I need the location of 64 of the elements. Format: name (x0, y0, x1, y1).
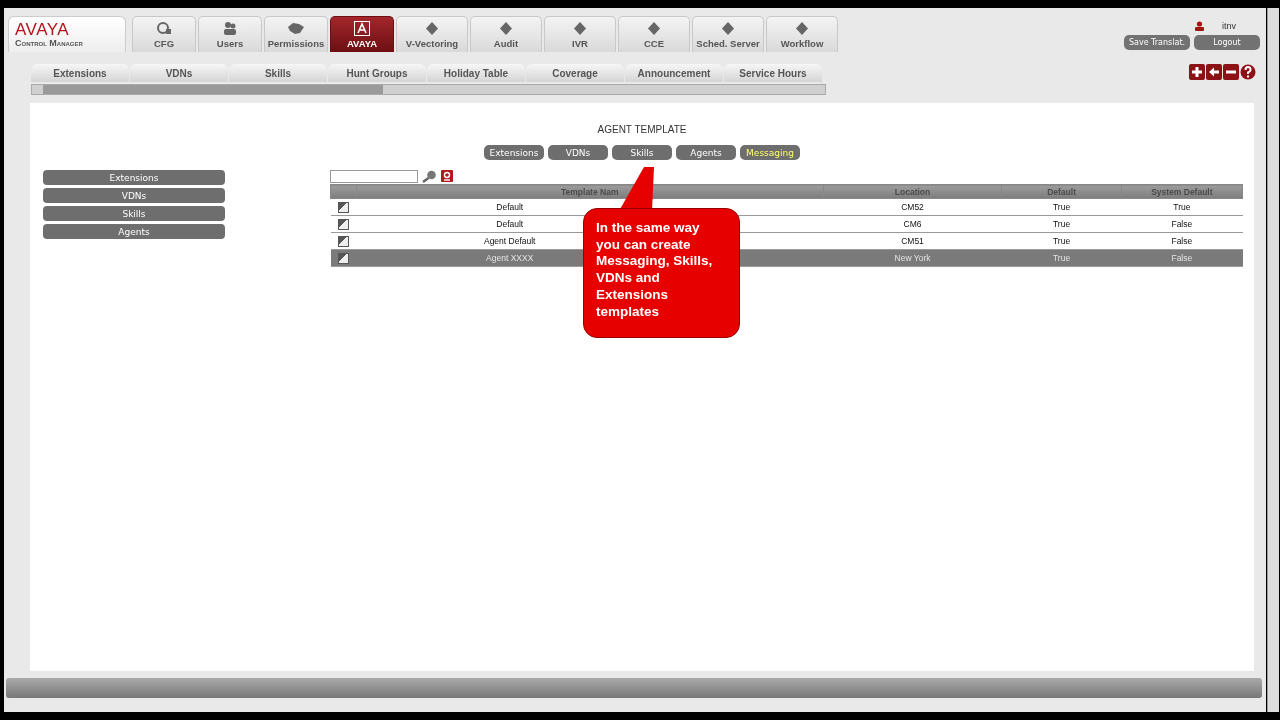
product-name: Control Manager (15, 38, 84, 49)
row-checkbox[interactable] (337, 235, 349, 247)
sub-tab[interactable]: VDNs (130, 64, 228, 82)
row-checkbox[interactable] (337, 218, 349, 230)
template-type-button[interactable]: Messaging (740, 145, 800, 160)
table-cell: True (1001, 198, 1122, 216)
sub-tab[interactable]: Service Hours (724, 64, 822, 82)
people-icon (222, 21, 238, 36)
brand-name: AVAYA (15, 21, 71, 38)
table-cell: True (1001, 215, 1122, 233)
diamond-icon (499, 21, 513, 36)
template-type-button[interactable]: Agents (676, 145, 736, 160)
help-icon[interactable] (1240, 64, 1256, 80)
nav-tab[interactable]: CFG (132, 16, 196, 52)
user-name: itnv (1222, 21, 1236, 31)
plus-icon[interactable] (1189, 64, 1205, 80)
table-cell: CM51 (823, 232, 1002, 250)
sub-tab[interactable]: Holiday Table (427, 64, 525, 82)
table-cell: True (1001, 232, 1122, 250)
table-cell: CM6 (823, 215, 1002, 233)
left-arrow-icon[interactable] (1206, 64, 1222, 80)
letter-tile-icon (354, 21, 370, 36)
header-button[interactable]: Save Translat. (1124, 35, 1190, 50)
nav-tab[interactable]: AVAYA (330, 16, 394, 52)
sidebar-item[interactable]: Extensions (43, 170, 225, 185)
callout-text: In the same way you can create Messaging, Skills, VDNs and Extensions templates (583, 208, 740, 338)
sub-tab[interactable]: Coverage (526, 64, 624, 82)
nav-tab[interactable]: CCE (618, 16, 690, 52)
table-cell: False (1121, 215, 1243, 233)
nav-tab[interactable]: Audit (470, 16, 542, 52)
nav-tab[interactable]: Workflow (766, 16, 838, 52)
row-checkbox[interactable] (337, 201, 349, 213)
template-type-button[interactable]: Extensions (484, 145, 544, 160)
clear-filter-icon[interactable] (441, 170, 453, 182)
diamond-icon (795, 21, 809, 36)
nav-tab[interactable]: Users (198, 16, 262, 52)
template-type-button[interactable]: VDNs (548, 145, 608, 160)
headset-icon (156, 21, 172, 36)
header-button[interactable]: Logout (1194, 35, 1260, 50)
sub-tab[interactable]: Announcement (625, 64, 723, 82)
nav-tab[interactable]: Permissions (264, 16, 328, 52)
search-icon[interactable] (422, 169, 437, 183)
page-title: AGENT TEMPLATE (597, 124, 687, 135)
search-field[interactable] (330, 169, 418, 183)
nav-tab[interactable]: IVR (544, 16, 616, 52)
template-type-button[interactable]: Skills (612, 145, 672, 160)
sidebar-item[interactable]: Agents (43, 224, 225, 239)
diamond-icon (721, 21, 735, 36)
sidebar-item[interactable]: Skills (43, 206, 225, 221)
row-checkbox[interactable] (337, 252, 349, 264)
diamond-icon (573, 21, 587, 36)
user-icon (1195, 21, 1204, 31)
sub-tab[interactable]: Skills (229, 64, 327, 82)
minus-icon[interactable] (1223, 64, 1239, 80)
table-cell: CM52 (823, 198, 1002, 216)
sidebar-item[interactable]: VDNs (43, 188, 225, 203)
table-cell: True (1121, 198, 1243, 216)
diamond-icon (425, 21, 439, 36)
sub-tab[interactable]: Hunt Groups (328, 64, 426, 82)
nav-tab[interactable]: Sched. Server (692, 16, 764, 52)
table-cell: False (1121, 232, 1243, 250)
sub-tab[interactable]: Extensions (31, 64, 129, 82)
nav-tab[interactable]: V-Vectoring (396, 16, 468, 52)
diamond-icon (647, 21, 661, 36)
